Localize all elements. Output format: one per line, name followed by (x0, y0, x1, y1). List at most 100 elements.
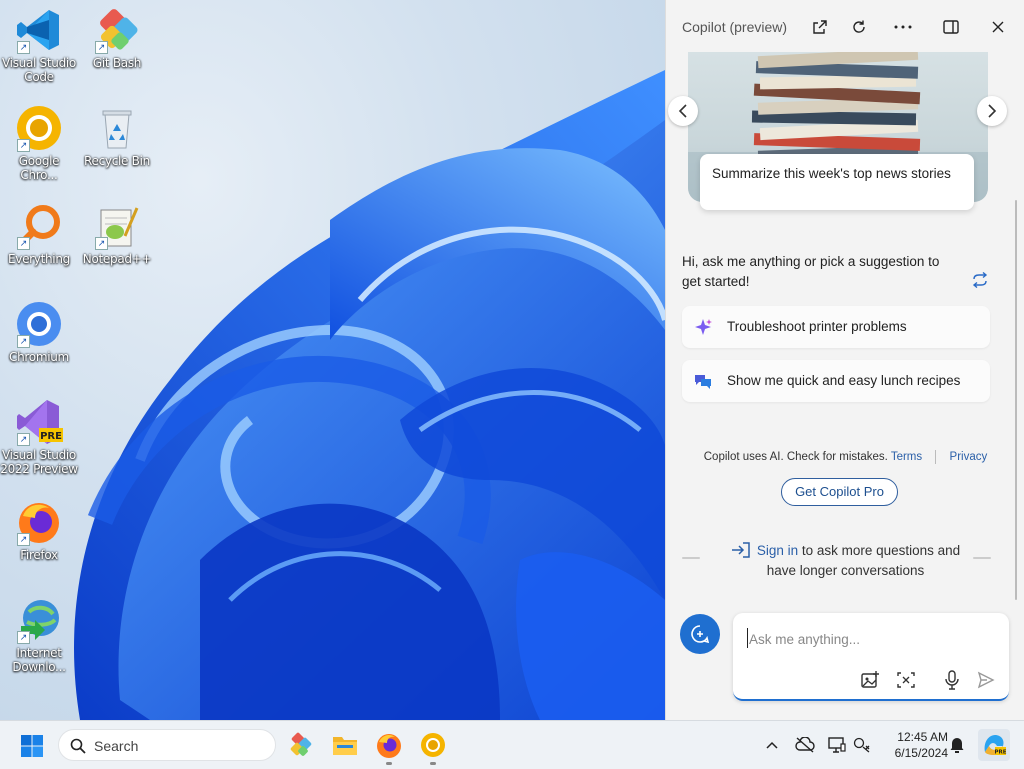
git-bash-icon (290, 732, 312, 756)
chevron-left-icon (678, 104, 687, 118)
add-image-icon (861, 671, 879, 688)
screenshot-button[interactable] (895, 669, 917, 691)
divider (935, 450, 937, 464)
desktop-icon-firefox[interactable]: ↗ Firefox (0, 498, 78, 562)
desktop-icon-internet-download-manager[interactable]: ↗ Internet Downlo... (0, 596, 78, 674)
running-indicator (386, 762, 392, 765)
refresh-suggestions-button[interactable] (971, 271, 991, 290)
close-button[interactable] (984, 14, 1012, 40)
refresh-icon (853, 20, 865, 33)
vscode-icon: ↗ (15, 6, 63, 54)
network-icon (853, 737, 870, 753)
suggestion-chip-label: Show me quick and easy lunch recipes (727, 373, 961, 388)
copilot-panel: Copilot (preview) Summarize this week's … (665, 0, 1024, 720)
swap-arrows-icon (972, 271, 988, 289)
running-indicator (430, 762, 436, 765)
signin-prompt: Sign in to ask more questions and have l… (666, 541, 1024, 581)
notifications-button[interactable] (947, 735, 967, 755)
svg-text:PRE: PRE (40, 431, 62, 442)
signin-text: have longer conversations (766, 563, 925, 578)
firefox-icon: ↗ (15, 498, 63, 546)
suggestion-card-text: Summarize this week's top news stories (712, 166, 951, 181)
suggestion-chip-printer[interactable]: Troubleshoot printer problems (682, 306, 990, 348)
recycle-bin-icon (93, 104, 141, 152)
taskbar-clock[interactable]: 12:45 AM 6/15/2024 (880, 729, 948, 761)
desktop-icon-recycle-bin[interactable]: Recycle Bin (78, 104, 156, 168)
desktop-icon-git-bash[interactable]: ↗ Git Bash (78, 6, 156, 70)
notification-bell-icon (950, 738, 964, 753)
taskbar-app-file-explorer[interactable] (331, 731, 359, 759)
scrollbar[interactable] (1015, 200, 1017, 600)
visual-studio-preview-icon: PRE ↗ (15, 398, 63, 446)
desktop-icon-vscode[interactable]: ↗ Visual Studio Code (0, 6, 78, 84)
microphone-icon (945, 670, 959, 690)
chromium-icon: ↗ (15, 300, 63, 348)
tray-network[interactable] (852, 735, 872, 755)
firefox-icon (377, 734, 401, 758)
send-icon (977, 671, 995, 689)
taskbar-app-git[interactable] (287, 731, 315, 759)
add-image-button[interactable] (859, 669, 881, 691)
suggestion-card[interactable]: Summarize this week's top news stories (700, 154, 974, 210)
suggestion-chip-recipes[interactable]: Show me quick and easy lunch recipes (682, 360, 990, 402)
composer (733, 613, 1009, 701)
external-link-icon (813, 20, 827, 34)
desktop-icon-google-chrome[interactable]: ↗ Google Chro... (0, 104, 78, 182)
copilot-taskbar-button[interactable]: PRE (978, 729, 1010, 761)
git-bash-icon: ↗ (93, 6, 141, 54)
ask-input[interactable] (747, 627, 991, 651)
desktop-icon-notepad-plus-plus[interactable]: ↗ Notepad++ (78, 202, 156, 266)
desktop-icon-visual-studio-preview[interactable]: PRE ↗ Visual Studio 2022 Preview (0, 398, 78, 476)
carousel-next-button[interactable] (977, 96, 1007, 126)
desktop-icon-everything[interactable]: ↗ Everything (0, 202, 78, 266)
windows-logo-icon (21, 735, 43, 757)
close-icon (992, 21, 1004, 33)
tray-display[interactable] (827, 735, 847, 755)
sidebar-panel-icon (943, 20, 959, 34)
show-hidden-icons-button[interactable] (762, 735, 782, 755)
desktop-icon-chromium[interactable]: ↗ Chromium (0, 300, 78, 364)
more-options-button[interactable] (889, 14, 917, 40)
screenshot-icon (897, 672, 915, 688)
privacy-link[interactable]: Privacy (950, 451, 988, 463)
taskbar-app-chrome-canary[interactable] (419, 731, 447, 765)
everything-search-icon: ↗ (15, 202, 63, 250)
search-icon (70, 738, 86, 754)
sparkle-icon (695, 319, 712, 335)
sign-in-icon (731, 542, 750, 558)
open-in-browser-button[interactable] (806, 14, 834, 40)
start-button[interactable] (20, 734, 44, 758)
send-button[interactable] (975, 669, 997, 691)
disclaimer: Copilot uses AI. Check for mistakes. Ter… (666, 450, 1024, 464)
notepad-plus-plus-icon: ↗ (93, 202, 141, 250)
chevron-up-icon (766, 741, 778, 749)
copilot-title: Copilot (preview) (682, 19, 788, 35)
terms-link[interactable]: Terms (891, 451, 922, 463)
microphone-button[interactable] (941, 669, 963, 691)
more-horizontal-icon (894, 25, 912, 29)
chat-bubbles-icon (695, 375, 711, 389)
signin-text: to ask more questions and (798, 543, 961, 558)
disclaimer-text: Copilot uses AI. Check for mistakes. (703, 451, 888, 464)
internet-download-manager-icon: ↗ (15, 596, 63, 644)
taskbar: Search 12:45 AM 6/15/2024 PRE (0, 720, 1024, 769)
greeting-text: Hi, ask me anything or pick a suggestion… (682, 254, 940, 289)
clock-time: 12:45 AM (897, 730, 948, 744)
dock-sidebar-button[interactable] (937, 14, 965, 40)
cloud-offline-icon (795, 737, 815, 753)
copilot-header: Copilot (preview) (666, 0, 1024, 52)
refresh-button[interactable] (845, 14, 873, 40)
tray-cloud-offline[interactable] (795, 735, 815, 755)
sign-in-link[interactable]: Sign in (757, 543, 798, 558)
text-caret (747, 628, 748, 648)
new-topic-button[interactable] (680, 614, 720, 654)
suggestion-chip-label: Troubleshoot printer problems (727, 319, 907, 334)
carousel-prev-button[interactable] (668, 96, 698, 126)
get-copilot-pro-button[interactable]: Get Copilot Pro (781, 478, 898, 506)
taskbar-app-firefox[interactable] (375, 731, 403, 765)
clock-date: 6/15/2024 (894, 746, 948, 760)
folder-icon (333, 737, 357, 755)
chevron-right-icon (988, 104, 997, 118)
taskbar-search-box[interactable]: Search (58, 729, 276, 761)
desktop: ↗ Visual Studio Code ↗ Git Bash ↗ Google… (0, 0, 665, 720)
